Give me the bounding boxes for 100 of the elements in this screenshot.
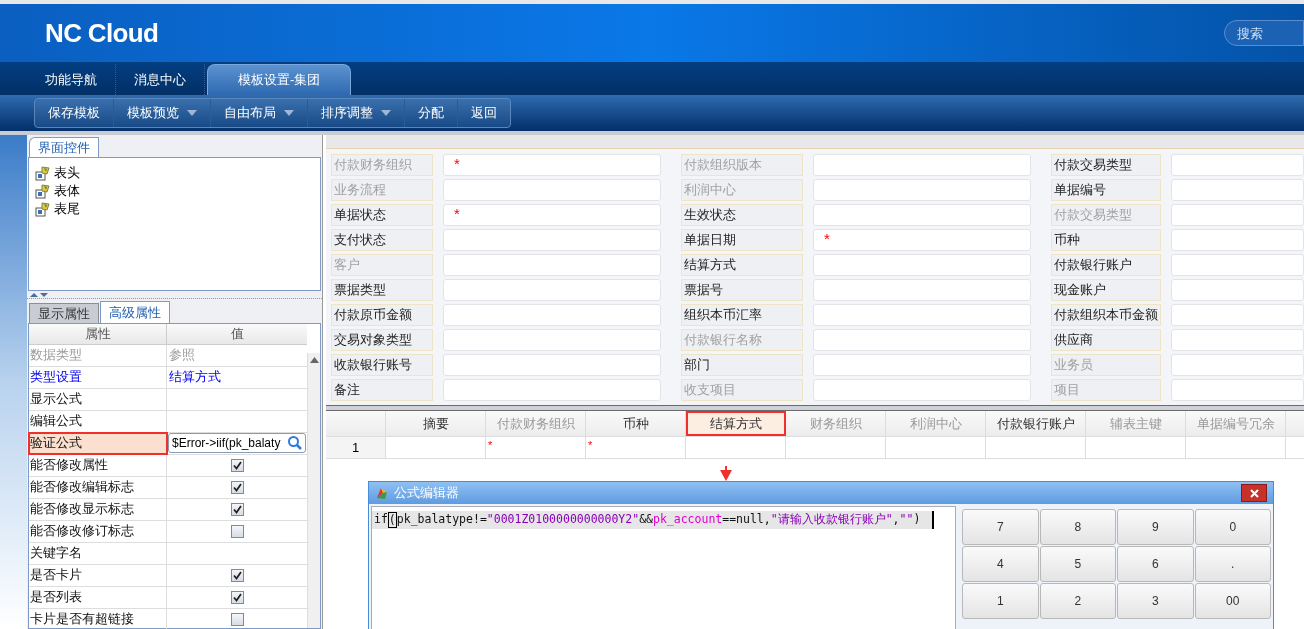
form-input[interactable] <box>813 303 1031 326</box>
keypad-button[interactable]: 6 <box>1117 546 1194 582</box>
form-input[interactable] <box>443 328 661 351</box>
form-input[interactable]: * <box>443 203 661 226</box>
form-input[interactable] <box>1171 328 1304 351</box>
form-input[interactable] <box>443 278 661 301</box>
property-name[interactable]: 类型设置 <box>29 366 167 388</box>
checkbox[interactable] <box>230 458 244 472</box>
property-name[interactable]: 验证公式 <box>29 432 167 454</box>
form-input[interactable] <box>443 178 661 201</box>
toolbar-button[interactable]: 自由布局 <box>211 99 308 127</box>
search-icon[interactable] <box>287 435 303 451</box>
checkbox[interactable] <box>230 568 244 582</box>
checkbox[interactable] <box>230 590 244 604</box>
close-button[interactable] <box>1241 484 1267 502</box>
property-name[interactable]: 关键字名 <box>29 542 167 564</box>
grid-cell[interactable]: * <box>486 437 586 458</box>
dialog-title: 公式编辑器 <box>394 484 460 503</box>
keypad-button[interactable]: 8 <box>1039 509 1116 545</box>
grid-column-header[interactable]: 摘要 <box>386 411 486 436</box>
form-input[interactable] <box>443 353 661 376</box>
keypad-button[interactable]: . <box>1194 546 1271 582</box>
formula-field[interactable]: $Error->iif(pk_balaty <box>168 433 306 453</box>
code-token: if <box>374 511 388 528</box>
code-token: pk_balatype!= <box>396 511 487 528</box>
toolbar-button[interactable]: 模板预览 <box>114 99 211 127</box>
toolbar-button[interactable]: 排序调整 <box>308 99 405 127</box>
form-input[interactable] <box>443 253 661 276</box>
code-token: "0001Z0100000000000Y2" <box>486 511 640 528</box>
form-input[interactable] <box>1171 253 1304 276</box>
property-name[interactable]: 能否修改修订标志 <box>29 520 167 542</box>
checkbox[interactable] <box>230 480 244 494</box>
code-token: "请输入收款银行账户" <box>770 511 893 528</box>
form-input[interactable] <box>443 378 661 401</box>
checkbox[interactable] <box>230 612 244 626</box>
property-name[interactable]: 是否列表 <box>29 586 167 608</box>
form-input[interactable] <box>813 328 1031 351</box>
form-input[interactable] <box>1171 378 1304 401</box>
panel-tab[interactable]: 界面控件 <box>29 137 99 157</box>
keypad-button[interactable]: 2 <box>1039 583 1116 619</box>
form-input[interactable] <box>813 153 1031 176</box>
field-label: 备注 <box>331 378 433 401</box>
form-input[interactable]: * <box>813 228 1031 251</box>
nav-tab[interactable]: 模板设置-集团 <box>207 64 352 95</box>
property-name[interactable]: 显示公式 <box>29 388 167 410</box>
keypad-button[interactable]: 1 <box>962 583 1039 619</box>
keypad-button[interactable]: 9 <box>1117 509 1194 545</box>
form-input[interactable] <box>1171 203 1304 226</box>
toolbar-button[interactable]: 分配 <box>405 99 458 127</box>
form-input[interactable] <box>813 278 1031 301</box>
form-input[interactable] <box>1171 353 1304 376</box>
property-name[interactable]: 卡片是否有超链接 <box>29 608 167 629</box>
form-input[interactable] <box>813 253 1031 276</box>
code-token: pk_account <box>653 511 723 528</box>
form-input[interactable] <box>1171 153 1304 176</box>
code-editor[interactable]: if(pk_balatype!="0001Z0100000000000Y2"&&pk_account==null,"请输入收款银行账户","") <box>371 506 956 629</box>
checkbox[interactable] <box>230 502 244 516</box>
check-icon <box>232 570 242 580</box>
scrollbar[interactable] <box>307 353 320 628</box>
keypad-button[interactable]: 4 <box>962 546 1039 582</box>
tree-item[interactable]: 表体 <box>35 182 314 199</box>
toolbar-button[interactable]: 保存模板 <box>35 99 114 127</box>
keypad-button[interactable]: 7 <box>962 509 1039 545</box>
keypad-button[interactable]: 3 <box>1117 583 1194 619</box>
form-input[interactable] <box>1171 178 1304 201</box>
form-input[interactable] <box>813 178 1031 201</box>
field-label: 利润中心 <box>681 178 803 201</box>
field-label: 付款原币金额 <box>331 303 433 326</box>
grid-column-header[interactable]: 付款银行账户 <box>986 411 1086 436</box>
form-input[interactable] <box>443 228 661 251</box>
tree-item[interactable]: 表尾 <box>35 200 314 217</box>
property-name[interactable]: 能否修改编辑标志 <box>29 476 167 498</box>
form-input[interactable] <box>813 353 1031 376</box>
tree-item[interactable]: 表头 <box>35 164 314 181</box>
form-input[interactable] <box>1171 278 1304 301</box>
property-tab[interactable]: 显示属性 <box>29 303 99 323</box>
code-token: ) <box>913 511 921 528</box>
grid-column-header[interactable]: 结算方式 <box>686 411 786 436</box>
grid-cell[interactable]: * <box>586 437 686 458</box>
code-token: "" <box>899 511 914 528</box>
keypad-button[interactable]: 0 <box>1194 509 1271 545</box>
property-name[interactable]: 编辑公式 <box>29 410 167 432</box>
property-tab[interactable]: 高级属性 <box>100 301 170 323</box>
keypad-button[interactable]: 5 <box>1039 546 1116 582</box>
keypad-button[interactable]: 00 <box>1194 583 1271 619</box>
form-input[interactable] <box>443 303 661 326</box>
form-input[interactable] <box>813 378 1031 401</box>
form-input[interactable] <box>1171 228 1304 251</box>
form-input[interactable] <box>813 203 1031 226</box>
form-input[interactable] <box>1171 303 1304 326</box>
property-name[interactable]: 是否卡片 <box>29 564 167 586</box>
logo: NC Cloud <box>45 16 159 50</box>
field-label: 付款交易类型 <box>1051 203 1161 226</box>
scroll-up-icon[interactable] <box>309 357 319 363</box>
search-field[interactable]: 搜索 <box>1224 20 1304 46</box>
field-label: 付款银行名称 <box>681 328 803 351</box>
property-name[interactable]: 能否修改属性 <box>29 454 167 476</box>
checkbox[interactable] <box>230 524 244 538</box>
toolbar-button[interactable]: 返回 <box>458 99 510 127</box>
property-name[interactable]: 能否修改显示标志 <box>29 498 167 520</box>
